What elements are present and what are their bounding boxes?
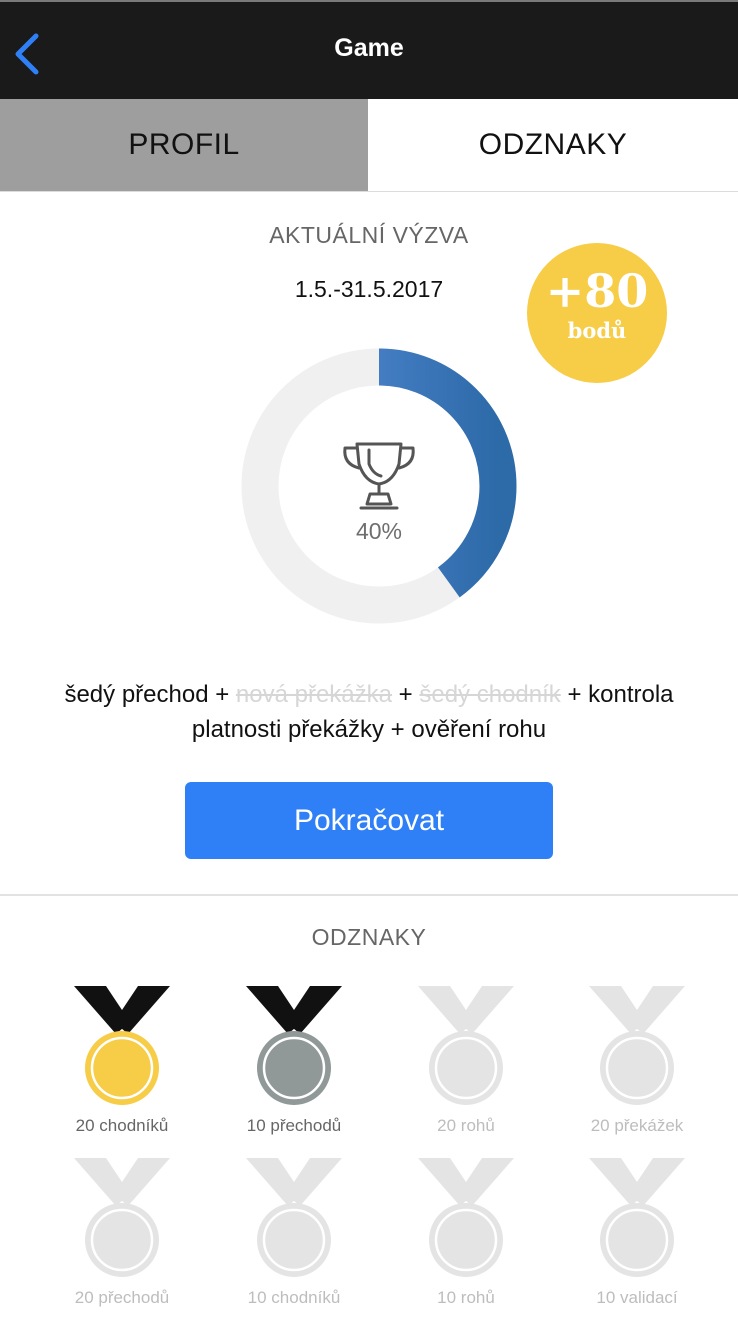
badge-label: 10 validací [596,1288,678,1307]
badge-silver[interactable]: 10 přechodů [207,986,381,1146]
badge-label: 10 chodníků [247,1288,341,1307]
section-divider [0,894,738,896]
badge-locked[interactable]: 20 překážek [550,986,724,1146]
progress-percent: 40% [355,518,403,544]
medal-icon [589,1158,685,1277]
task-item: ověření rohu [411,716,547,743]
badge-locked[interactable]: 20 přechodů [35,1158,209,1318]
task-item-done: nová překážka [235,681,392,708]
tab-profil[interactable]: PROFIL [0,99,368,191]
task-list: šedý přechod + nová překážka + šedý chod… [20,677,718,747]
badges-heading: ODZNAKY [311,924,427,950]
points-unit: bodů [567,318,627,343]
badge-locked[interactable]: 20 rohů [379,986,553,1146]
continue-button[interactable]: Pokračovat [185,782,553,859]
points-value: +80 [545,264,649,318]
page-title: Game [334,34,404,62]
task-separator: + [392,681,420,708]
badge-label: 10 rohů [437,1288,495,1307]
points-badge: +80 bodů [527,243,667,383]
medal-icon [74,986,170,1105]
badge-label: 20 překážek [590,1116,684,1135]
task-item: šedý přechod [64,681,209,708]
progress-ring [241,348,517,624]
medal-icon [246,986,342,1105]
task-item-done: šedý chodník [419,681,561,708]
task-separator: + [383,716,412,743]
tab-bar: PROFIL ODZNAKY [0,99,738,192]
badge-gold[interactable]: 20 chodníků [35,986,209,1146]
badge-label: 10 přechodů [246,1116,342,1135]
task-separator: + [560,681,589,708]
medal-icon [74,1158,170,1277]
medal-icon [418,1158,514,1277]
badge-label: 20 rohů [437,1116,495,1135]
task-separator: + [208,681,236,708]
medal-icon [589,986,685,1105]
medal-icon [246,1158,342,1277]
trophy-icon [343,442,415,510]
badge-locked[interactable]: 10 rohů [379,1158,553,1318]
badge-locked[interactable]: 10 chodníků [207,1158,381,1318]
challenge-heading: AKTUÁLNÍ VÝZVA [269,222,469,248]
badge-locked[interactable]: 10 validací [550,1158,724,1318]
medal-icon [418,986,514,1105]
top-bar: Game [0,0,738,99]
badge-label: 20 chodníků [75,1116,169,1135]
badge-label: 20 přechodů [74,1288,170,1307]
tab-odznaky[interactable]: ODZNAKY [368,99,738,191]
